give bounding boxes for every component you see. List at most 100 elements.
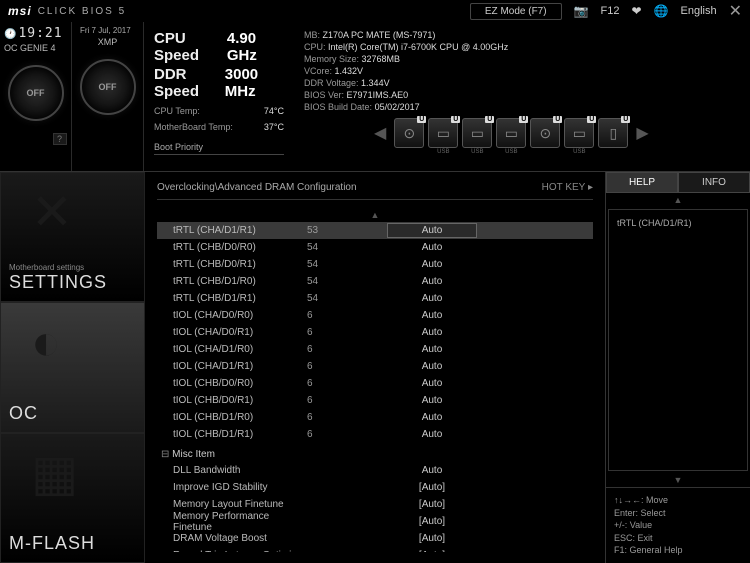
language-icon[interactable]: 🌐 xyxy=(654,4,669,18)
setting-num: 6 xyxy=(307,361,387,372)
nav-oc-label: OC xyxy=(9,403,136,424)
setting-val: Auto xyxy=(387,344,477,355)
ddrv-value: 1.344V xyxy=(361,78,390,88)
boot-device[interactable]: ⊙U xyxy=(394,118,424,148)
mb-temp-label: MotherBoard Temp: xyxy=(154,122,233,132)
setting-val: Auto xyxy=(387,378,477,389)
language-label[interactable]: English xyxy=(681,5,717,17)
cpu-speed-label: CPU Speed xyxy=(154,30,227,64)
setting-row[interactable]: tIOL (CHA/D0/R0)6Auto xyxy=(157,307,593,324)
help-scroll-down-icon[interactable]: ▼ xyxy=(606,473,750,487)
setting-num: 53 xyxy=(307,225,387,236)
setting-row[interactable]: Improve IGD Stability[Auto] xyxy=(157,479,593,496)
help-corner-button[interactable]: ? xyxy=(53,133,67,145)
hotkey-button[interactable]: HOT KEY xyxy=(542,182,593,193)
setting-name: DRAM Voltage Boost xyxy=(157,533,307,544)
mb-value: Z170A PC MATE (MS-7971) xyxy=(323,30,436,40)
cpu-temp-value: 74°C xyxy=(264,106,284,116)
boot-device[interactable]: ▭UUSB xyxy=(428,118,458,148)
favorites-icon[interactable]: ❤ xyxy=(632,4,642,18)
misc-header[interactable]: Misc Item xyxy=(157,443,593,462)
setting-row[interactable]: tIOL (CHB/D1/R1)6Auto xyxy=(157,426,593,443)
nav-settings-sub: Motherboard settings xyxy=(9,263,136,272)
boot-device[interactable]: ▭UUSB xyxy=(564,118,594,148)
setting-row[interactable]: tIOL (CHA/D0/R1)6Auto xyxy=(157,324,593,341)
setting-num: 6 xyxy=(307,310,387,321)
uefi-badge: U xyxy=(587,116,596,123)
setting-row[interactable]: tIOL (CHB/D1/R0)6Auto xyxy=(157,409,593,426)
xmp-dial[interactable]: OFF xyxy=(80,59,136,115)
tab-help[interactable]: HELP xyxy=(606,172,678,193)
setting-val: Auto xyxy=(387,276,477,287)
boot-device[interactable]: ▯U xyxy=(598,118,628,148)
setting-num: 54 xyxy=(307,276,387,287)
setting-num: 6 xyxy=(307,327,387,338)
setting-num: 6 xyxy=(307,429,387,440)
setting-val: Auto xyxy=(387,259,477,270)
setting-row[interactable]: Round Trip Latency Optimize[Auto] xyxy=(157,547,593,552)
msi-logo: msi xyxy=(8,4,32,18)
hammer-icon: ✕ xyxy=(31,183,73,241)
screenshot-icon[interactable]: 📷 xyxy=(574,4,589,18)
nav-oc[interactable]: ◐ OC xyxy=(0,302,145,432)
setting-row[interactable]: tIOL (CHA/D1/R0)6Auto xyxy=(157,341,593,358)
boot-device[interactable]: ⊙U xyxy=(530,118,560,148)
f12-label: F12 xyxy=(601,5,620,17)
bios-title: CLICK BIOS 5 xyxy=(38,6,126,17)
setting-name: tIOL (CHB/D1/R1) xyxy=(157,429,307,440)
oc-genie-dial[interactable]: OFF xyxy=(8,65,64,121)
setting-row[interactable]: tIOL (CHA/D1/R1)6Auto xyxy=(157,358,593,375)
setting-row[interactable]: DLL Bandwidth Auto xyxy=(157,462,593,479)
setting-num: 6 xyxy=(307,344,387,355)
cpu-label: CPU: xyxy=(304,42,326,52)
nav-mflash[interactable]: ▦ M-FLASH xyxy=(0,433,145,563)
close-icon[interactable]: ✕ xyxy=(729,1,742,21)
boot-next-icon[interactable]: ▶ xyxy=(632,118,652,148)
vcore-label: VCore: xyxy=(304,66,332,76)
setting-name: DLL Bandwidth xyxy=(157,465,307,476)
biosver-value: E7971IMS.AE0 xyxy=(347,90,409,100)
setting-num: 54 xyxy=(307,293,387,304)
setting-name: Improve IGD Stability xyxy=(157,482,307,493)
setting-row[interactable]: tRTL (CHB/D1/R1)54Auto xyxy=(157,290,593,307)
setting-val: Auto xyxy=(387,327,477,338)
gauge-icon: ◐ xyxy=(31,313,61,371)
mem-value: 32768MB xyxy=(362,54,401,64)
setting-val: Auto xyxy=(387,465,477,476)
uefi-badge: U xyxy=(485,116,494,123)
setting-name: tRTL (CHB/D0/R1) xyxy=(157,259,307,270)
help-body: tRTL (CHA/D1/R1) xyxy=(608,209,748,471)
setting-row[interactable]: tRTL (CHB/D0/R0)54Auto xyxy=(157,239,593,256)
setting-row[interactable]: Memory Performance Finetune[Auto] xyxy=(157,513,593,530)
xmp-state: OFF xyxy=(99,82,117,92)
nav-settings[interactable]: ✕ Motherboard settings SETTINGS xyxy=(0,172,145,302)
setting-row[interactable]: tIOL (CHB/D0/R1)6Auto xyxy=(157,392,593,409)
setting-val: Auto xyxy=(387,293,477,304)
setting-val: Auto xyxy=(387,310,477,321)
mb-label: MB: xyxy=(304,30,320,40)
setting-row[interactable]: tRTL (CHB/D0/R1)54Auto xyxy=(157,256,593,273)
tab-info[interactable]: INFO xyxy=(678,172,750,193)
boot-prev-icon[interactable]: ◀ xyxy=(370,118,390,148)
setting-row[interactable]: tRTL (CHB/D1/R0)54Auto xyxy=(157,273,593,290)
setting-name: tRTL (CHB/D0/R0) xyxy=(157,242,307,253)
ez-mode-button[interactable]: EZ Mode (F7) xyxy=(470,3,562,20)
ddrv-label: DDR Voltage: xyxy=(304,78,359,88)
ddr-speed-label: DDR Speed xyxy=(154,66,225,100)
xmp-label: XMP xyxy=(76,37,139,47)
boot-sub-label: USB xyxy=(573,149,585,155)
uefi-badge: U xyxy=(621,116,630,123)
help-scroll-up-icon[interactable]: ▲ xyxy=(606,193,750,207)
setting-row[interactable]: DRAM Voltage Boost[Auto] xyxy=(157,530,593,547)
mem-label: Memory Size: xyxy=(304,54,359,64)
setting-row[interactable]: tIOL (CHB/D0/R0)6Auto xyxy=(157,375,593,392)
boot-device[interactable]: ▭UUSB xyxy=(496,118,526,148)
boot-sub-label: USB xyxy=(437,149,449,155)
boot-device[interactable]: ▭UUSB xyxy=(462,118,492,148)
scroll-up-icon[interactable]: ▲ xyxy=(157,208,593,222)
setting-row[interactable]: tRTL (CHA/D1/R1)53Auto xyxy=(157,222,593,239)
setting-num: 54 xyxy=(307,259,387,270)
setting-val: [Auto] xyxy=(387,499,477,510)
biosdate-label: BIOS Build Date: xyxy=(304,102,372,112)
setting-num: 6 xyxy=(307,412,387,423)
